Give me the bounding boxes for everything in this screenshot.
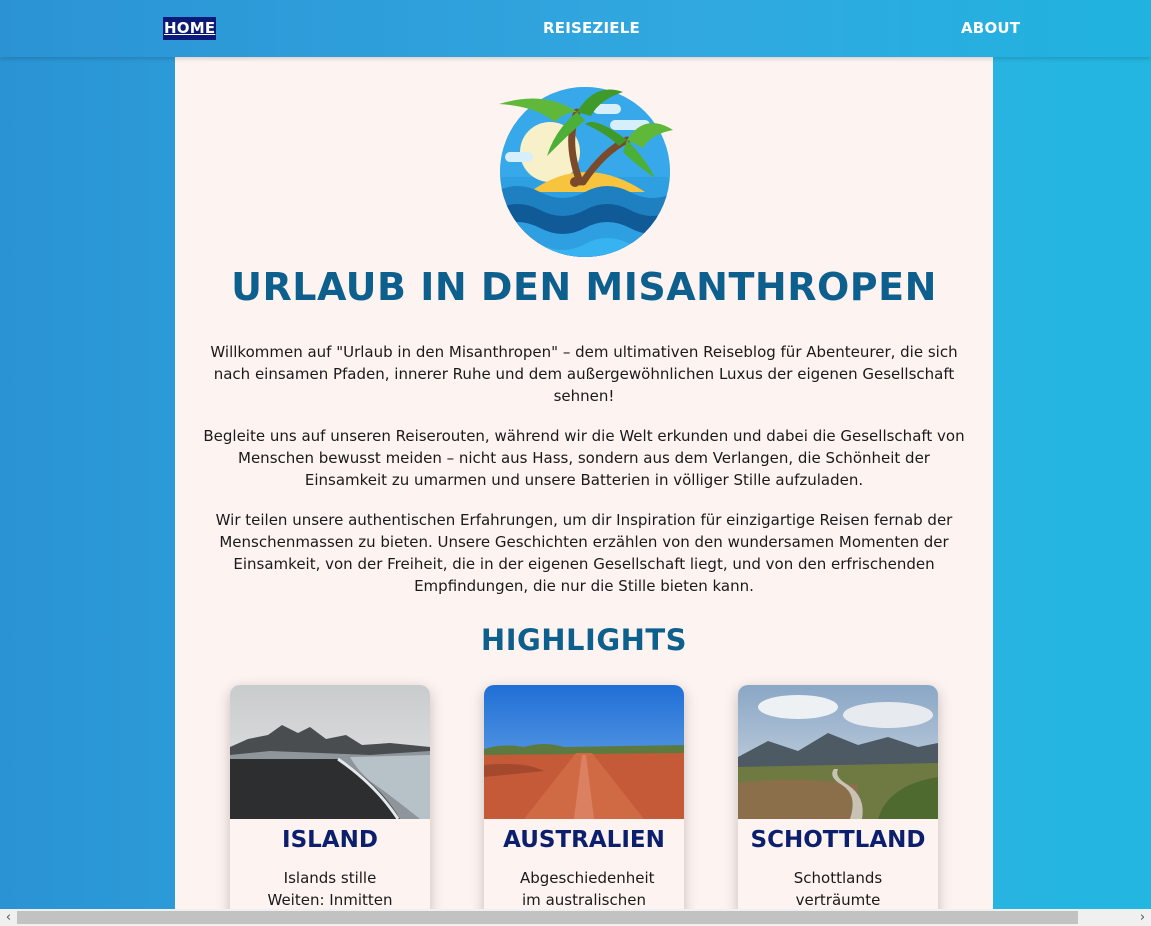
outback-road-image (484, 685, 684, 819)
island-beach-image (230, 685, 430, 819)
scroll-right-icon[interactable]: › (1134, 909, 1151, 926)
intro-paragraph-routes: Begleite uns auf unseren Reiserouten, wä… (203, 427, 965, 489)
main-content: Urlaub in den Misanthropen Willkommen au… (175, 57, 993, 909)
nav-link-home[interactable]: Home (163, 17, 217, 40)
card-title: Schottland (750, 827, 926, 853)
highlands-path-image (738, 685, 938, 819)
card-text: Islands stille Weiten: Inmitten (267, 869, 393, 909)
palm-island-icon (499, 87, 673, 257)
card-text: Schottlands verträumte (793, 869, 883, 909)
highlights-heading: Highlights (480, 623, 688, 657)
card-text: Abgeschiedenheit im australischen (520, 869, 655, 909)
nav-link-reiseziele[interactable]: Reiseziele (542, 17, 641, 40)
card-title: Australien (503, 827, 665, 853)
highlight-card-schottland[interactable]: Schottland Schottlands verträumte (738, 685, 938, 909)
intro-paragraph-welcome: Willkommen auf "Urlaub in den Misanthrop… (210, 343, 958, 405)
highlight-card-australien[interactable]: Australien Abgeschiedenheit im australis… (484, 685, 684, 909)
site-title: Urlaub in den Misanthropen (231, 265, 937, 309)
scrollbar-thumb[interactable] (17, 911, 1078, 924)
card-title: Island (282, 827, 378, 853)
top-navigation-bar: Home Reiseziele About (0, 0, 1151, 57)
scroll-left-icon[interactable]: ‹ (0, 909, 17, 926)
highlight-card-island[interactable]: Island Islands stille Weiten: Inmitten (230, 685, 430, 909)
horizontal-scrollbar[interactable]: ‹ › (0, 909, 1151, 926)
nav-link-about[interactable]: About (960, 17, 1021, 40)
intro-paragraph-experiences: Wir teilen unsere authentischen Erfahrun… (215, 511, 953, 595)
